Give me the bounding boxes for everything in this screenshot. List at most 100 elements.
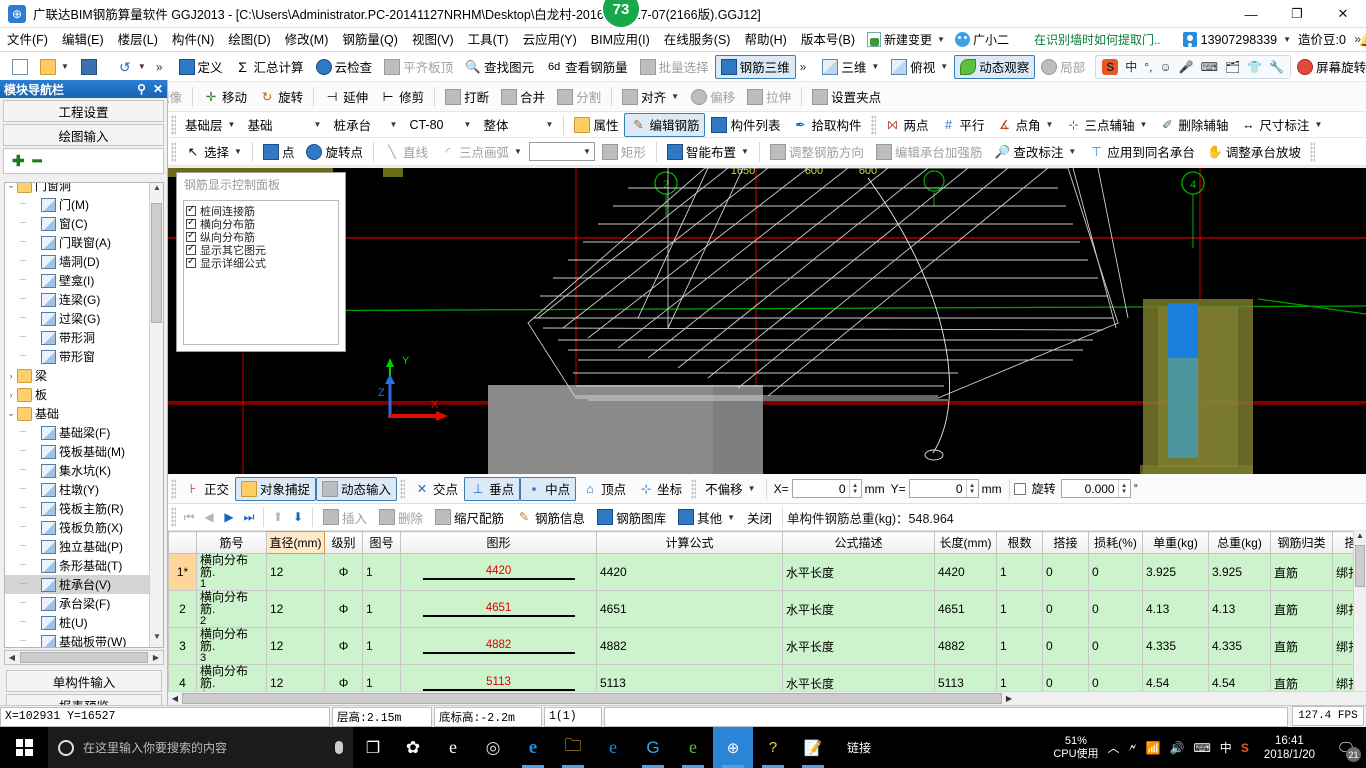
menu-edit[interactable]: 编辑(E) bbox=[55, 28, 111, 52]
properties-button[interactable]: 属性 bbox=[568, 113, 624, 137]
two-point-button[interactable]: ⨝ 两点 bbox=[879, 113, 935, 137]
panel-option-4[interactable]: 显示详细公式 bbox=[186, 256, 336, 270]
dynamic-input-toggle[interactable]: 动态输入 bbox=[316, 476, 398, 501]
pick-component-button[interactable]: ✒ 拾取构件 bbox=[786, 113, 867, 137]
green-browser-icon[interactable]: e bbox=[673, 727, 713, 768]
tree-item-4[interactable]: ⌄ 门窗洞 bbox=[5, 183, 149, 195]
menu-rebar[interactable]: 钢筋量(Q) bbox=[335, 28, 405, 52]
cell-desc[interactable]: 水平长度 bbox=[782, 590, 935, 628]
checkbox[interactable] bbox=[186, 217, 196, 229]
cell-shape[interactable]: 4420 bbox=[400, 553, 597, 591]
adjust-cap-slope-button[interactable]: ✋ 调整承台放坡 bbox=[1201, 140, 1307, 164]
delete-axis-button[interactable]: ✐ 删除辅轴 bbox=[1153, 113, 1234, 137]
save-button[interactable] bbox=[75, 55, 103, 79]
tree-item-19[interactable]: ┈ 集水坑(K) bbox=[5, 461, 149, 480]
cell-loss[interactable]: 0 bbox=[1088, 553, 1143, 591]
cell-count[interactable]: 1 bbox=[996, 553, 1043, 591]
cell-formula[interactable]: 4882 bbox=[596, 627, 783, 665]
scale-rebar-button[interactable]: 缩尺配筋 bbox=[429, 505, 510, 529]
tree-item-21[interactable]: ┈ 筏板主筋(R) bbox=[5, 499, 149, 518]
view-rebar-button[interactable]: 6d 查看钢筋量 bbox=[540, 55, 634, 79]
tree-item-17[interactable]: ┈ 基础梁(F) bbox=[5, 423, 149, 442]
wifi-icon[interactable]: 📶 bbox=[1146, 741, 1161, 755]
rebar-3d-button[interactable]: 钢筋三维 bbox=[714, 54, 796, 79]
offset-mode-select[interactable]: 不偏移 ▼ bbox=[699, 477, 761, 501]
column-header-name[interactable]: 筋号 bbox=[196, 531, 267, 554]
edit-cap-rebar-button[interactable]: 编辑承台加强筋 bbox=[870, 140, 989, 164]
orbit-button[interactable]: 动态观察 bbox=[954, 54, 1036, 79]
merge-button[interactable]: 合并 bbox=[495, 85, 551, 109]
rebar-display-control-panel[interactable]: 钢筋显示控制面板 桩间连接筋横向分布筋纵向分布筋显示其它图元显示详细公式 bbox=[176, 172, 346, 352]
last-record-icon[interactable]: ⏭ bbox=[239, 510, 259, 525]
spiral-icon[interactable]: ◎ bbox=[473, 727, 513, 768]
column-header-count[interactable]: 根数 bbox=[996, 531, 1043, 554]
object-snap-toggle[interactable]: 对象捕捉 bbox=[235, 476, 317, 501]
ime-voice-icon[interactable]: 🎤 bbox=[1179, 60, 1194, 74]
split-button[interactable]: 分割 bbox=[551, 85, 607, 109]
column-header-formula[interactable]: 计算公式 bbox=[596, 531, 783, 554]
move-up-icon[interactable]: ⬆ bbox=[268, 510, 288, 524]
cell-totalw[interactable]: 4.13 bbox=[1208, 590, 1271, 628]
keyboard-icon[interactable]: ⌨ bbox=[1193, 741, 1210, 755]
rebar-info-button[interactable]: ✎ 钢筋信息 bbox=[510, 505, 591, 529]
tree-item-7[interactable]: ┈ 门联窗(A) bbox=[5, 233, 149, 252]
hscroll-thumb[interactable] bbox=[182, 693, 1002, 704]
tree-item-20[interactable]: ┈ 柱墩(Y) bbox=[5, 480, 149, 499]
cell-class[interactable]: 直筋 bbox=[1270, 590, 1333, 628]
fan-icon[interactable]: ✿ bbox=[393, 727, 433, 768]
perpendicular-snap[interactable]: ⊥ 垂点 bbox=[464, 476, 521, 501]
rotate-point-button[interactable]: 旋转点 bbox=[300, 140, 369, 164]
column-header-no[interactable] bbox=[168, 531, 197, 554]
microphone-icon[interactable] bbox=[335, 741, 343, 754]
cell-loss[interactable]: 0 bbox=[1088, 590, 1143, 628]
ime-toolbox-icon[interactable]: 🗂 bbox=[1225, 60, 1240, 74]
dimension-button[interactable]: ↔ 尺寸标注 ▼ bbox=[1234, 113, 1328, 137]
menu-tools[interactable]: 工具(T) bbox=[461, 28, 516, 52]
checkbox[interactable] bbox=[186, 256, 196, 268]
rotate-input[interactable] bbox=[1061, 480, 1118, 497]
smart-layout-button[interactable]: 智能布置 ▼ bbox=[661, 140, 755, 164]
component-list-button[interactable]: 构件列表 bbox=[705, 113, 786, 137]
x-offset-stepper[interactable]: ▲▼ bbox=[791, 479, 862, 498]
tree-item-23[interactable]: ┈ 独立基础(P) bbox=[5, 537, 149, 556]
close-icon[interactable]: ✕ bbox=[153, 82, 163, 96]
ime-settings-icon[interactable]: 🔧 bbox=[1269, 60, 1284, 74]
new-file-button[interactable] bbox=[6, 55, 34, 79]
close-table-button[interactable]: 关闭 bbox=[741, 505, 778, 529]
x-offset-input[interactable] bbox=[792, 480, 849, 497]
chevron-down-icon[interactable]: ⌄ bbox=[5, 183, 17, 191]
cell-count[interactable]: 1 bbox=[996, 627, 1043, 665]
menu-bim[interactable]: BIM应用(I) bbox=[584, 28, 657, 52]
scroll-right-icon[interactable]: ▶ bbox=[1002, 694, 1016, 703]
table-hscrollbar[interactable]: ◀ ▶ bbox=[168, 691, 1366, 705]
row-number[interactable]: 1* bbox=[168, 553, 197, 591]
rotate-button[interactable]: ↻ 旋转 bbox=[253, 85, 309, 109]
collapse-all-icon[interactable]: ━ bbox=[33, 152, 42, 170]
midpoint-snap[interactable]: ▪ 中点 bbox=[520, 476, 577, 501]
rotate-checkbox[interactable] bbox=[1013, 482, 1026, 495]
cloud-check-button[interactable]: 云检查 bbox=[310, 55, 379, 79]
column-header-shapeno[interactable]: 图号 bbox=[362, 531, 401, 554]
scroll-thumb[interactable] bbox=[151, 203, 162, 323]
chevron-right-icon[interactable]: › bbox=[5, 390, 17, 400]
arc-combo[interactable]: ▼ bbox=[528, 140, 596, 164]
3d-view-button[interactable]: 三维 ▼ bbox=[816, 55, 885, 79]
cell-name[interactable]: 横向分布筋. 1 bbox=[196, 553, 267, 591]
break-button[interactable]: 打断 bbox=[439, 85, 495, 109]
cell-unitw[interactable]: 4.13 bbox=[1142, 590, 1209, 628]
ime-skin-icon[interactable]: 👕 bbox=[1247, 60, 1262, 74]
rect-tool-button[interactable]: 矩形 bbox=[596, 140, 652, 164]
ime-toolbar[interactable]: S 中 °, ☺ 🎤 ⌨ 🗂 👕 🔧 bbox=[1095, 54, 1292, 79]
display-mode-select[interactable]: 整体 ▼ bbox=[477, 113, 559, 137]
taskbar-search[interactable]: 在这里输入你要搜索的内容 bbox=[48, 727, 353, 768]
category-select[interactable]: 基础 ▼ bbox=[241, 113, 327, 137]
arc-tool-button[interactable]: ◜ 三点画弧 ▼ bbox=[434, 140, 528, 164]
tree-scrollbar[interactable]: ▲ ▼ bbox=[149, 183, 163, 647]
y-offset-stepper[interactable]: ▲▼ bbox=[908, 479, 979, 498]
undo-button[interactable]: ↺ ▼ bbox=[111, 55, 152, 79]
single-component-input-button[interactable]: 单构件输入 bbox=[6, 670, 162, 692]
app-blue-icon[interactable]: ⊕ bbox=[713, 727, 753, 768]
scroll-left-icon[interactable]: ◀ bbox=[5, 653, 19, 662]
3d-viewport[interactable]: 2 4 1650 600 600 Y Z X 钢筋显示控制面板 ✓ 桩间连接筋 … bbox=[168, 168, 1366, 474]
link-label[interactable]: 链接 bbox=[847, 739, 871, 756]
